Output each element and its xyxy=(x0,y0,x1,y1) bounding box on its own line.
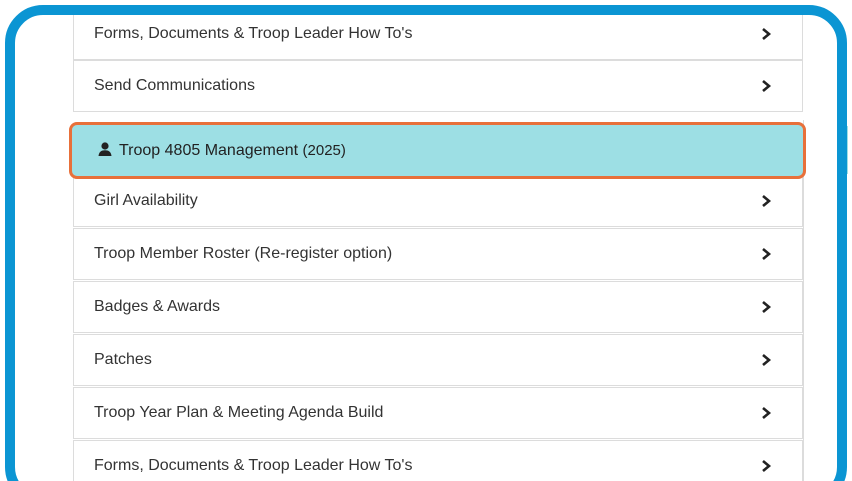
troop-management-title: Troop 4805 Management (2025) xyxy=(119,142,346,160)
troop-management-header[interactable]: Troop 4805 Management (2025) xyxy=(69,122,806,179)
menu-item-label: Forms, Documents & Troop Leader How To's xyxy=(94,25,413,42)
menu-item-forms-documents-2[interactable]: Forms, Documents & Troop Leader How To's xyxy=(73,440,803,481)
chevron-right-icon xyxy=(762,460,772,472)
menu-item-troop-member-roster[interactable]: Troop Member Roster (Re-register option) xyxy=(73,228,803,280)
chevron-right-icon xyxy=(762,407,772,419)
screenshot-frame: Forms, Documents & Troop Leader How To's… xyxy=(0,0,852,481)
menu-item-label: Patches xyxy=(94,351,152,368)
menu-item-label: Troop Member Roster (Re-register option) xyxy=(94,245,393,262)
chevron-right-icon xyxy=(762,195,772,207)
menu-item-patches[interactable]: Patches xyxy=(73,334,803,386)
menu-item-year-plan[interactable]: Troop Year Plan & Meeting Agenda Build xyxy=(73,387,803,439)
chevron-right-icon xyxy=(762,301,772,313)
menu-item-label: Badges & Awards xyxy=(94,298,221,315)
menu-item-girl-availability[interactable]: Girl Availability xyxy=(73,175,803,227)
menu-item-send-communications[interactable]: Send Communications xyxy=(73,60,803,112)
menu-item-forms-documents[interactable]: Forms, Documents & Troop Leader How To's xyxy=(73,8,803,60)
menu-item-label: Forms, Documents & Troop Leader How To's xyxy=(94,457,413,474)
chevron-right-icon xyxy=(762,354,772,366)
menu-item-label: Girl Availability xyxy=(94,192,198,209)
troop-year: (2025) xyxy=(302,141,346,159)
adjacent-panel-highlight xyxy=(838,126,848,174)
user-icon xyxy=(98,142,112,156)
chevron-right-icon xyxy=(762,28,772,40)
chevron-right-icon xyxy=(762,248,772,260)
troop-title: Troop 4805 Management xyxy=(119,141,299,159)
menu-item-label: Troop Year Plan & Meeting Agenda Build xyxy=(94,404,384,421)
menu-item-badges-awards[interactable]: Badges & Awards xyxy=(73,281,803,333)
menu-item-label: Send Communications xyxy=(94,77,255,94)
chevron-right-icon xyxy=(762,80,772,92)
